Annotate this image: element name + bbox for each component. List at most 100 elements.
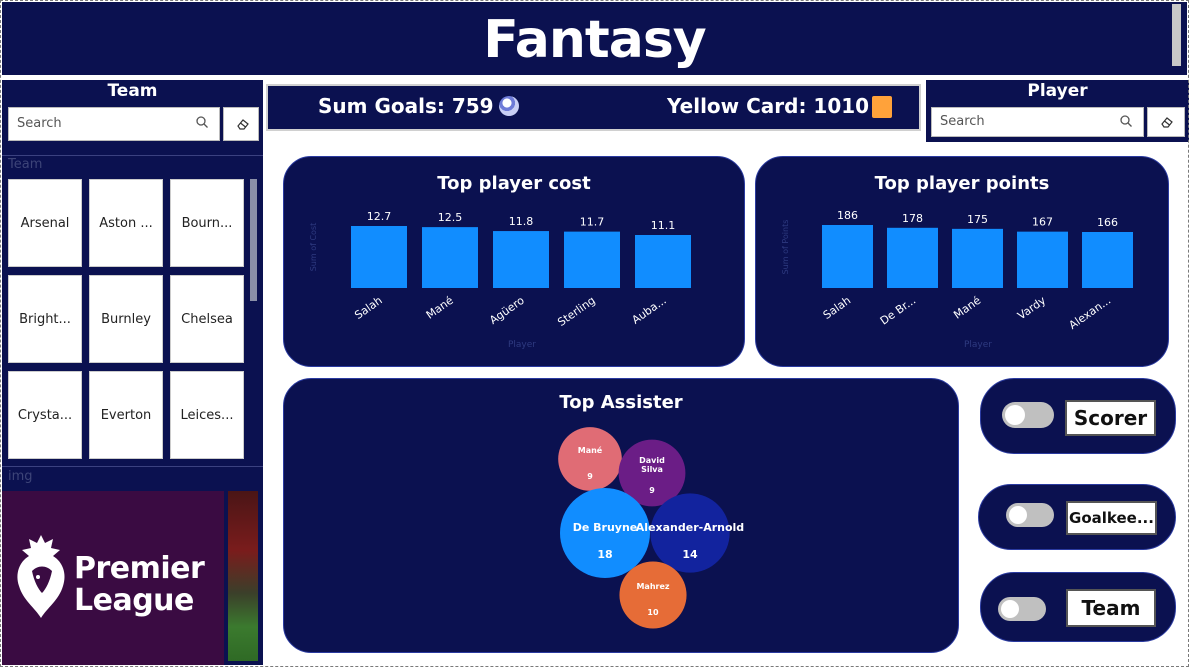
image-field-label: img xyxy=(8,469,33,484)
team-search-placeholder: Search xyxy=(17,116,62,131)
bubble-value-label: 9 xyxy=(649,486,655,495)
scorer-toggle-switch[interactable] xyxy=(1002,402,1054,428)
bar xyxy=(822,225,873,288)
team-tile[interactable]: Burnley xyxy=(89,275,163,363)
bubble xyxy=(558,427,622,491)
data-label: 11.8 xyxy=(509,215,534,228)
data-label: 186 xyxy=(837,209,858,222)
x-tick-label: Alexan... xyxy=(1067,294,1114,332)
data-label: 11.1 xyxy=(651,219,676,232)
bubble-name-label: Mahrez xyxy=(636,582,669,591)
bar xyxy=(564,231,620,288)
top-player-cost-card: Top player cost 12.7 Salah 12.5 Mané 11.8 Agü… xyxy=(283,156,745,367)
eraser-icon xyxy=(1161,117,1173,128)
y-axis-title: Sum of Cost xyxy=(309,223,318,272)
team-toggle-card: Team xyxy=(980,572,1176,642)
bubble xyxy=(619,561,687,629)
team-clear-selection-button[interactable] xyxy=(223,107,259,141)
premier-league-logo-image: Premier League xyxy=(2,491,224,665)
team-list-scrollbar[interactable] xyxy=(250,179,257,301)
kpi-bar: Sum Goals: 759 Yellow Card: 1010 xyxy=(266,84,921,131)
bubble-value-label: 10 xyxy=(647,608,659,617)
yellow-card-kpi: Yellow Card: 1010 xyxy=(667,94,870,118)
team-tile[interactable]: Crysta... xyxy=(8,371,82,459)
scorer-toggle-card: Scorer xyxy=(980,378,1176,454)
team-tile[interactable]: Bourn... xyxy=(170,179,244,267)
x-tick-label: Salah xyxy=(821,294,853,322)
bubble-value-label: 18 xyxy=(597,548,612,561)
bubble-name-label: David xyxy=(639,456,665,465)
page-title: Fantasy xyxy=(483,10,706,70)
bubble-name-label: Silva xyxy=(641,465,663,474)
player-slicer-panel: Player Search xyxy=(926,80,1189,142)
team-tile[interactable]: Aston ... xyxy=(89,179,163,267)
top-player-points-chart: 186 Salah 178 De Br... 175 Mané 167 Vardy 166 Ale… xyxy=(781,209,1133,350)
search-icon xyxy=(196,116,208,128)
search-icon xyxy=(1120,115,1132,127)
bubble-value-label: 14 xyxy=(682,548,698,561)
data-label: 175 xyxy=(967,213,988,226)
player-clear-selection-button[interactable] xyxy=(1147,107,1185,137)
data-label: 11.7 xyxy=(580,216,605,229)
bubble-value-label: 9 xyxy=(587,472,593,481)
x-tick-label: Salah xyxy=(352,294,384,322)
data-label: 12.5 xyxy=(438,211,463,224)
data-label: 167 xyxy=(1032,216,1053,229)
logo-text-league: League xyxy=(74,583,194,618)
bar xyxy=(1017,231,1068,288)
x-tick-label: Mané xyxy=(424,294,456,322)
x-axis-title: Player xyxy=(964,340,992,350)
section-divider xyxy=(2,466,263,467)
yellow-card-icon xyxy=(872,96,892,118)
team-toggle-switch[interactable] xyxy=(998,597,1046,621)
lion-crest-icon xyxy=(17,535,65,618)
header-scrollbar[interactable] xyxy=(1172,4,1181,66)
y-axis-title: Sum of Points xyxy=(781,220,790,275)
player-search-placeholder: Search xyxy=(940,114,985,129)
goalkeeper-toggle-switch[interactable] xyxy=(1006,503,1054,527)
team-tile[interactable]: Arsenal xyxy=(8,179,82,267)
bar xyxy=(635,235,691,288)
top-player-points-card: Top player points 186 Salah 178 De Br... 175… xyxy=(755,156,1169,367)
team-field-label: Team xyxy=(8,157,43,172)
sum-goals-kpi: Sum Goals: 759 xyxy=(318,94,494,118)
team-slicer-title: Team xyxy=(107,81,158,101)
data-label: 166 xyxy=(1097,216,1118,229)
team-search-input[interactable]: Search xyxy=(8,107,220,141)
bar xyxy=(422,227,478,288)
x-axis-title: Player xyxy=(508,340,536,350)
x-tick-label: De Br... xyxy=(878,294,918,328)
slicer-divider xyxy=(2,155,263,156)
top-assister-bubble-chart: Mané 9 DavidSilva 9 De Bruyne 18 Alexander-Arn… xyxy=(558,427,744,629)
bar xyxy=(1082,232,1133,288)
team-tile[interactable]: Leices... xyxy=(170,371,244,459)
scorer-button[interactable]: Scorer xyxy=(1065,400,1156,436)
top-assister-card: Top Assister Mané 9 David Silva 9 De Bruyne 18… xyxy=(283,378,959,653)
goalkeeper-toggle-card: Goalkee... xyxy=(978,484,1176,550)
team-tile[interactable]: Chelsea xyxy=(170,275,244,363)
bar xyxy=(952,228,1003,288)
player-search-input[interactable]: Search xyxy=(931,107,1144,137)
top-player-cost-chart: 12.7 Salah 12.5 Mané 11.8 Agüero 11.7 Sterling 1… xyxy=(309,210,691,350)
team-view-button[interactable]: Team xyxy=(1066,589,1156,627)
soccer-ball-icon xyxy=(499,96,519,116)
x-tick-label: Agüero xyxy=(487,294,527,327)
data-label: 12.7 xyxy=(367,210,392,223)
bubble-name-label: De Bruyne xyxy=(573,521,638,534)
data-label: 178 xyxy=(902,212,923,225)
bubble-name-label: Mané xyxy=(578,445,603,455)
x-tick-label: Sterling xyxy=(555,294,597,329)
stadium-photo xyxy=(228,491,258,661)
team-tile[interactable]: Bright... xyxy=(8,275,82,363)
team-tile[interactable]: Everton xyxy=(89,371,163,459)
team-slicer-panel: Team Search Team Arsenal Aston ... Bourn… xyxy=(2,80,263,665)
x-tick-label: Mané xyxy=(951,294,983,322)
player-slicer-title: Player xyxy=(1027,81,1088,101)
logo-text-premier: Premier xyxy=(74,551,205,586)
bar xyxy=(887,227,938,288)
goalkeeper-button[interactable]: Goalkee... xyxy=(1066,501,1157,535)
header-bar: Fantasy xyxy=(2,2,1187,75)
bubble-name-label: Alexander-Arnold xyxy=(636,521,744,534)
bar xyxy=(493,231,549,288)
eraser-icon xyxy=(237,119,249,130)
